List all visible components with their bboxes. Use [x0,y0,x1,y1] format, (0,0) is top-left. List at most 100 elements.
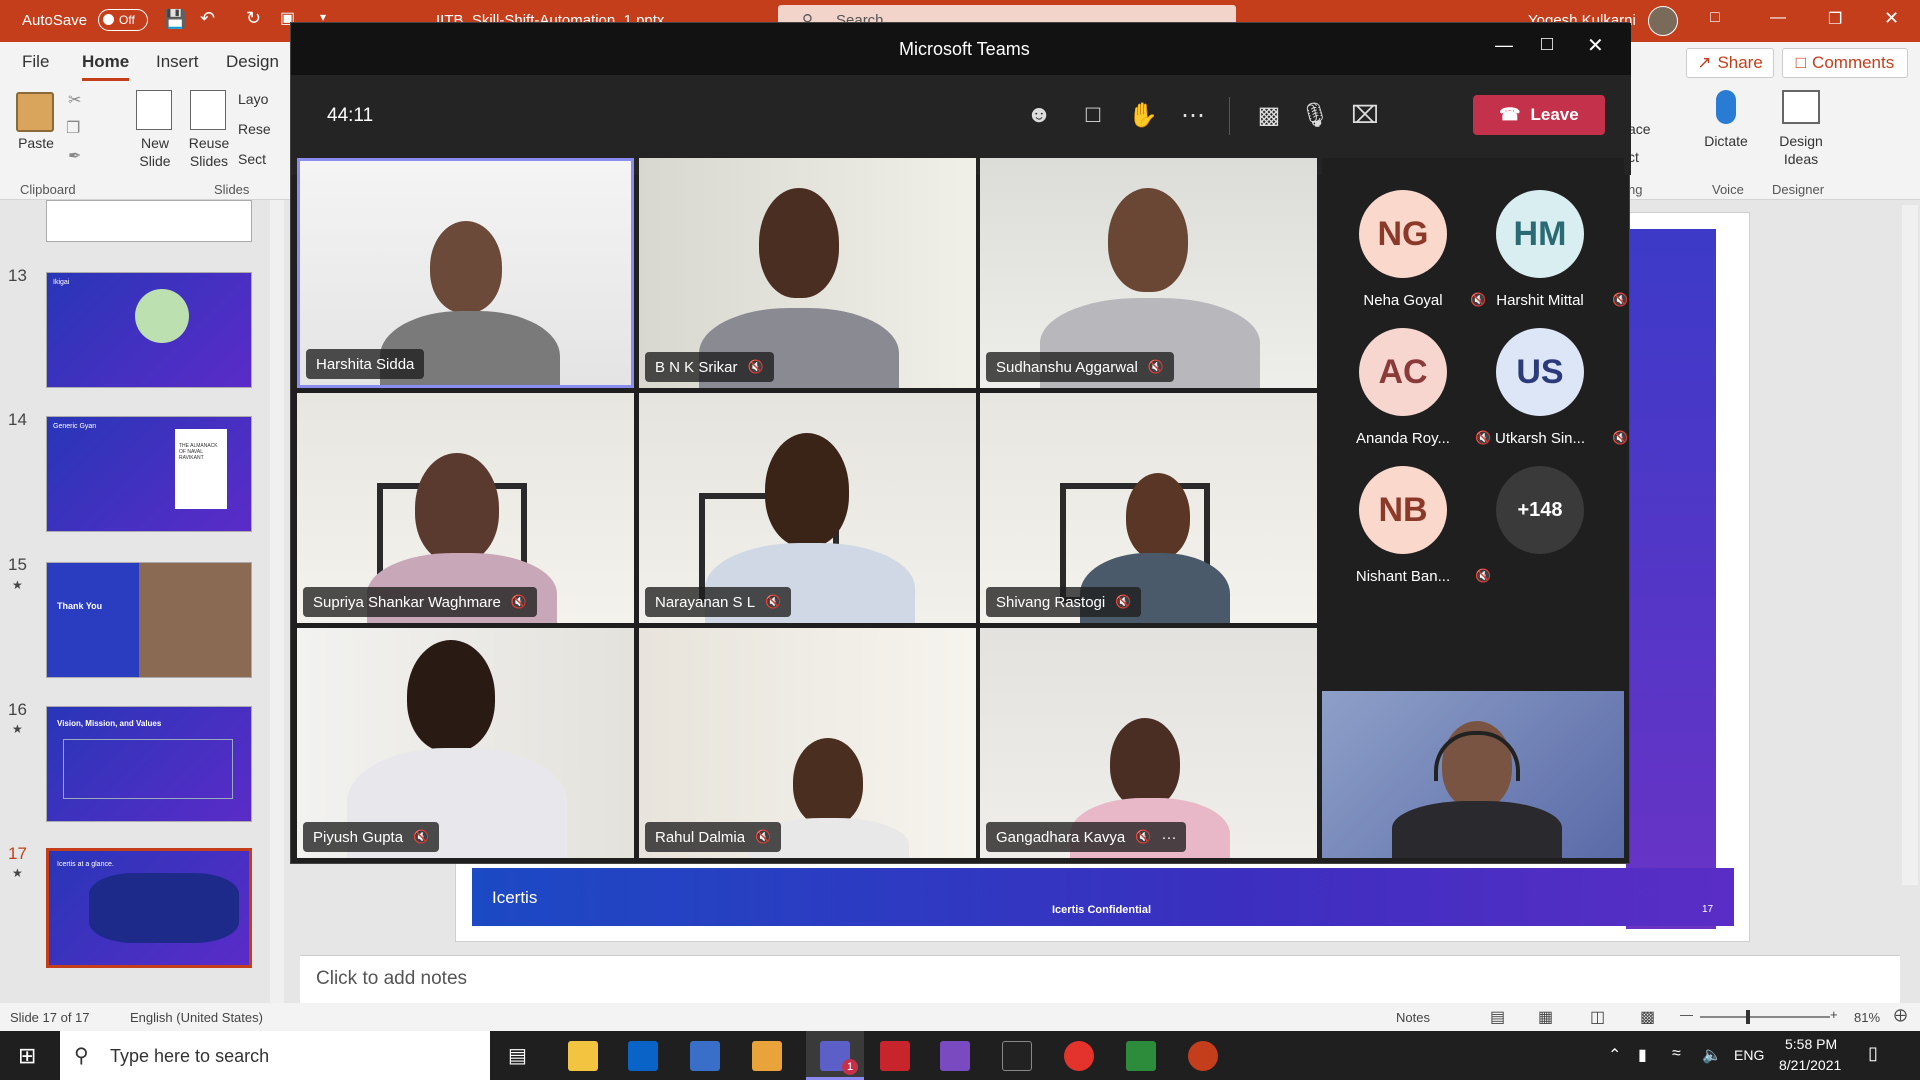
video-tile[interactable]: Sudhanshu Aggarwal 🔇 [980,158,1317,388]
close-icon[interactable]: ✕ [1884,8,1899,29]
clock-time[interactable]: 5:58 PM [1785,1036,1837,1052]
teams-minimize-icon[interactable]: — [1495,35,1513,56]
slide-thumbnail-16[interactable]: Vision, Mission, and Values [46,706,252,822]
tab-file[interactable]: File [22,52,49,72]
share-button[interactable]: ↗ Share [1686,48,1774,78]
slide-thumbnail-12[interactable] [46,200,252,242]
camera-icon[interactable]: ▩ [1249,95,1289,135]
notification-icon[interactable]: ▯ [1868,1043,1878,1064]
video-tile[interactable]: B N K Srikar 🔇 [639,158,976,388]
language-status[interactable]: English (United States) [130,1010,263,1025]
more-participants-button[interactable]: +148 [1496,466,1584,554]
recorder-icon[interactable] [880,1041,910,1071]
app-icon[interactable] [752,1041,782,1071]
participant-avatar[interactable]: US [1496,328,1584,416]
paste-label[interactable]: Paste [16,134,56,152]
more-options-icon[interactable]: ··· [1161,829,1176,846]
participant-avatar[interactable]: HM [1496,190,1584,278]
participant-avatar[interactable]: NG [1359,190,1447,278]
reading-view-icon[interactable]: ◫ [1590,1007,1605,1027]
video-tile[interactable]: Rahul Dalmia 🔇 [639,628,976,858]
video-tile[interactable]: Piyush Gupta 🔇 [297,628,634,858]
section-button[interactable]: Sect [238,150,266,168]
slideshow-icon[interactable]: ▩ [1640,1007,1655,1027]
slide-thumbnail-13[interactable]: Ikigai [46,272,252,388]
slide-thumbnail-14[interactable]: Generic Gyan THE ALMANACK OF NAVAL RAVIK… [46,416,252,532]
visual-studio-icon[interactable] [940,1041,970,1071]
zoom-in-icon[interactable]: + [1830,1007,1838,1022]
teams-close-icon[interactable]: ✕ [1587,33,1604,58]
replace-button[interactable]: ace [1628,120,1651,138]
reuse-slides-icon[interactable] [190,90,226,130]
design-ideas-icon[interactable] [1782,90,1820,124]
participant-avatar[interactable]: NB [1359,466,1447,554]
paste-icon[interactable] [16,92,54,132]
dictate-label[interactable]: Dictate [1696,132,1756,150]
reactions-icon[interactable]: ✋ [1123,95,1163,135]
new-slide-icon[interactable] [136,90,172,130]
ribbon-display-icon[interactable]: □ [1710,9,1720,27]
tab-home[interactable]: Home [82,52,130,81]
tab-insert[interactable]: Insert [156,52,199,72]
taskbar-search-box[interactable]: ⚲ Type here to search [60,1031,490,1080]
participant-avatar[interactable]: AC [1359,328,1447,416]
outlook-icon[interactable] [628,1041,658,1071]
video-tile[interactable]: Supriya Shankar Waghmare 🔇 [297,393,634,623]
tray-chevron-icon[interactable]: ⌃ [1608,1045,1621,1065]
video-tile[interactable]: Harshita Sidda [297,158,634,388]
editor-scrollbar[interactable] [1902,205,1918,885]
normal-view-icon[interactable]: ▤ [1490,1007,1505,1027]
language-indicator[interactable]: ENG [1734,1047,1764,1063]
restore-icon[interactable]: ❐ [1828,9,1842,29]
thumbnail-scrollbar[interactable] [270,200,284,1008]
zoom-slider-thumb[interactable] [1746,1010,1750,1024]
windows-start-icon[interactable]: ⊞ [18,1043,36,1069]
redo-icon[interactable]: ↻ [246,8,261,29]
zoom-slider[interactable] [1700,1016,1830,1018]
microphone-icon[interactable]: 🎙 [1295,95,1335,135]
autosave-toggle[interactable]: Off [98,9,148,31]
copy-icon[interactable]: ❐ [66,118,80,138]
notes-toggle[interactable]: Notes [1396,1010,1430,1025]
comments-button[interactable]: □ Comments [1782,48,1908,78]
zoom-out-icon[interactable]: — [1680,1007,1693,1022]
powerpoint-icon[interactable] [1188,1041,1218,1071]
battery-icon[interactable]: ▮ [1638,1045,1647,1065]
remote-desktop-icon[interactable] [690,1041,720,1071]
self-view-tile[interactable] [1322,691,1624,858]
task-view-icon[interactable]: ▤ [508,1043,527,1068]
share-screen-icon[interactable]: ⌧ [1345,95,1385,135]
teams-taskbar-button[interactable]: 1 [806,1031,864,1080]
notes-pane[interactable]: Click to add notes [300,955,1900,1003]
video-tile[interactable]: Gangadhara Kavya 🔇 ··· [980,628,1317,858]
volume-icon[interactable]: 🔈 [1702,1045,1722,1065]
undo-icon[interactable]: ↶ [200,8,215,29]
more-actions-icon[interactable]: ⋯ [1173,95,1213,135]
save-icon[interactable]: 💾 [164,9,186,30]
zoom-level[interactable]: 81% [1854,1010,1880,1025]
terminal-icon[interactable] [1002,1041,1032,1071]
design-ideas-label[interactable]: Design Ideas [1772,132,1830,168]
clock-date[interactable]: 8/21/2021 [1779,1057,1841,1073]
tab-design[interactable]: Design [226,52,279,72]
video-tile[interactable]: Narayanan S L 🔇 [639,393,976,623]
format-painter-icon[interactable]: ✒ [68,146,81,166]
reset-button[interactable]: Rese [238,120,271,138]
video-tile[interactable]: Shivang Rastogi 🔇 [980,393,1317,623]
slide-thumbnail-15[interactable]: Thank You [46,562,252,678]
participants-icon[interactable]: ☻ [1019,95,1059,135]
app-icon-2[interactable] [1126,1041,1156,1071]
reuse-slides-label[interactable]: Reuse Slides [182,134,236,170]
fit-to-window-icon[interactable]: ⨁ [1894,1007,1907,1023]
user-avatar[interactable] [1648,6,1678,36]
minimize-icon[interactable]: — [1770,9,1786,27]
slide-thumbnail-17[interactable]: Icertis at a glance. [46,848,252,968]
leave-button[interactable]: ☎ Leave [1473,95,1605,135]
new-slide-label[interactable]: New Slide [130,134,180,170]
slide-sorter-icon[interactable]: ▦ [1538,1007,1553,1027]
layout-button[interactable]: Layo [238,90,268,108]
chat-icon[interactable]: □ [1073,95,1113,135]
teams-maximize-icon[interactable]: □ [1541,33,1553,56]
chrome-icon[interactable] [1064,1041,1094,1071]
cut-icon[interactable]: ✂ [68,90,81,110]
